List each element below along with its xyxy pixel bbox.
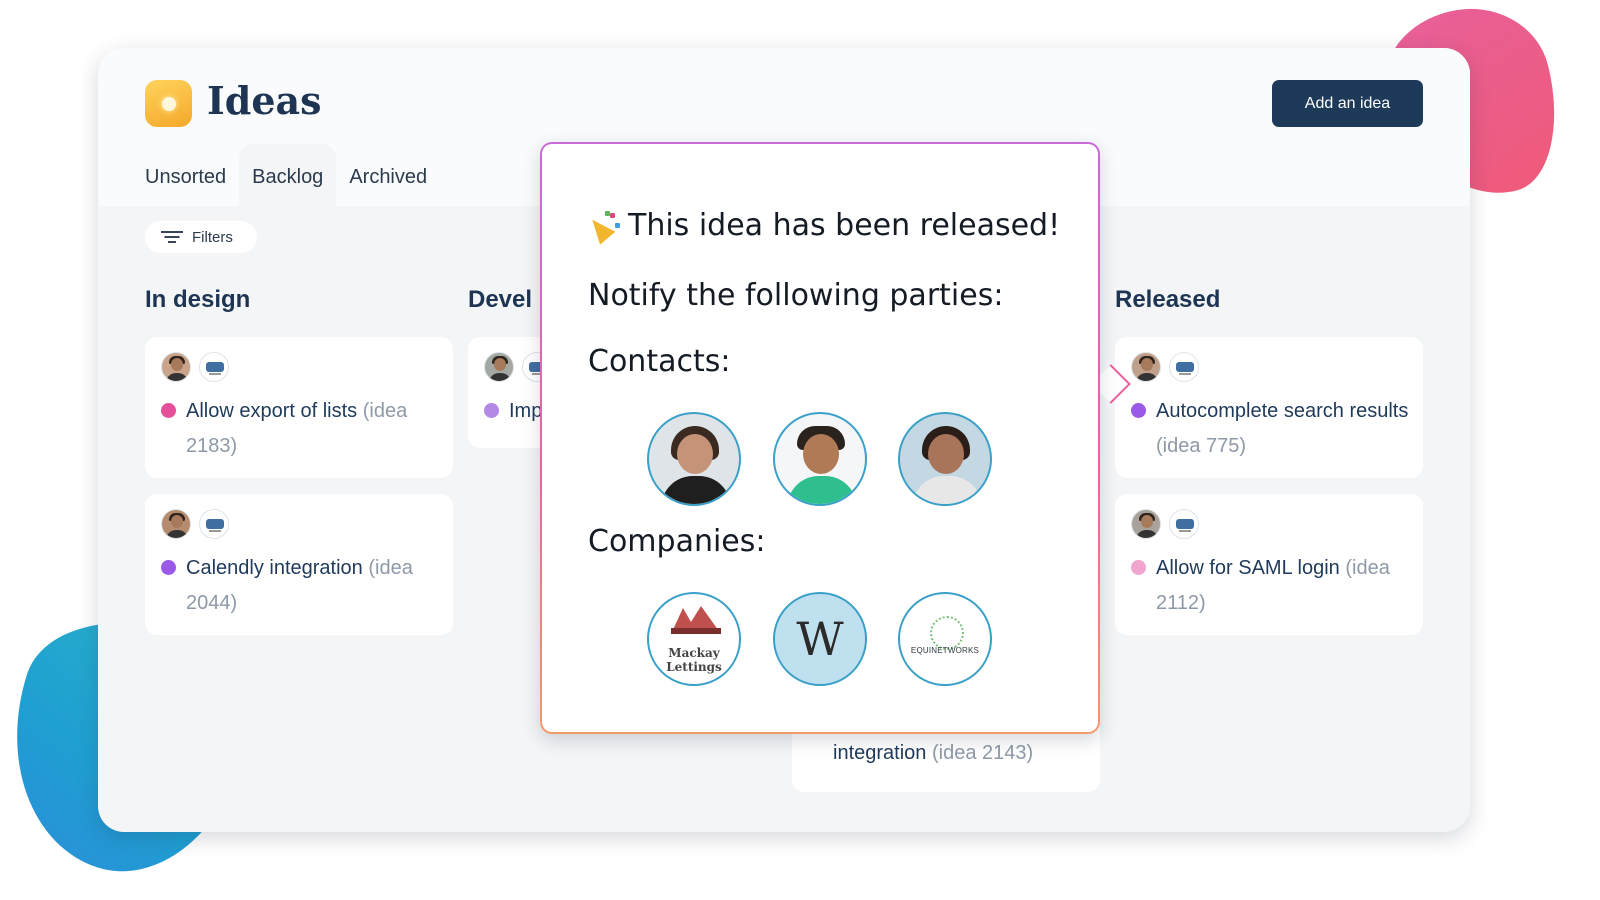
status-dot: [1131, 403, 1146, 418]
idea-text: Allow for SAML login (idea 2112): [1156, 551, 1411, 621]
column-title-development: Devel: [468, 286, 533, 313]
filters-button[interactable]: Filters: [145, 221, 257, 253]
status-dot: [161, 403, 176, 418]
tab-backlog[interactable]: Backlog: [239, 144, 337, 206]
tab-archived[interactable]: Archived: [336, 144, 440, 206]
idea-ref: (idea 775): [1156, 435, 1247, 457]
popover-title: This idea has been released!: [584, 208, 1061, 245]
company-logo-text: EQUINETWORKS: [910, 646, 980, 655]
contact-avatar: [1131, 509, 1161, 539]
company-avatar: [199, 352, 229, 382]
contact-avatar: [1131, 352, 1161, 382]
companies-label: Companies:: [588, 524, 766, 559]
idea-title: integration: [833, 742, 927, 764]
status-dot: [161, 560, 176, 575]
party-popper-icon: [584, 210, 622, 245]
company-avatar: [1169, 509, 1199, 539]
idea-title: Allow export of lists: [186, 400, 358, 422]
notify-heading: Notify the following parties:: [588, 278, 1004, 313]
contact-avatar[interactable]: [773, 412, 867, 506]
tab-unsorted[interactable]: Unsorted: [132, 144, 239, 206]
card-avatars: [1131, 509, 1199, 539]
page-title: Ideas: [207, 78, 322, 123]
filters-label: Filters: [192, 228, 233, 246]
tab-bar: Unsorted Backlog Archived: [132, 144, 440, 206]
mountain-logo-icon: [671, 606, 721, 634]
contact-avatar: [161, 352, 191, 382]
idea-title: Imp: [509, 400, 543, 422]
idea-title: Autocomplete search results: [1156, 400, 1409, 422]
release-notification-popover: This idea has been released! Notify the …: [540, 142, 1100, 734]
idea-title: Allow for SAML login: [1156, 557, 1340, 579]
filter-icon: [161, 230, 183, 244]
idea-card[interactable]: Allow export of lists (idea 2183): [145, 337, 453, 478]
idea-text: Calendly integration (idea 2044): [186, 551, 441, 621]
idea-ref: (idea 2143): [931, 742, 1034, 764]
contact-avatar: [161, 509, 191, 539]
column-title-released: Released: [1115, 286, 1221, 313]
status-dot: [1131, 560, 1146, 575]
idea-card[interactable]: Allow for SAML login (idea 2112): [1115, 494, 1423, 635]
company-logo-w[interactable]: W: [773, 592, 867, 686]
company-avatar: [1169, 352, 1199, 382]
contact-avatar[interactable]: [898, 412, 992, 506]
column-title-in-design: In design: [145, 286, 251, 313]
card-avatars: [1131, 352, 1199, 382]
card-avatars: [161, 509, 229, 539]
lightbulb-icon: [145, 80, 192, 127]
company-logo-text: Mackay Lettings: [666, 646, 722, 674]
contact-avatar: [484, 352, 514, 382]
equinetworks-logo-icon: [930, 616, 964, 650]
card-avatars: [161, 352, 229, 382]
contacts-label: Contacts:: [588, 344, 731, 379]
company-logo-equinetworks[interactable]: EQUINETWORKS: [898, 592, 992, 686]
idea-card[interactable]: Autocomplete search results (idea 775): [1115, 337, 1423, 478]
idea-text: Autocomplete search results (idea 775): [1156, 394, 1411, 464]
idea-text: Allow export of lists (idea 2183): [186, 394, 441, 464]
add-idea-button[interactable]: Add an idea: [1272, 80, 1423, 127]
idea-card[interactable]: Calendly integration (idea 2044): [145, 494, 453, 635]
company-logo-text: W: [796, 612, 844, 666]
popover-title-text: This idea has been released!: [628, 208, 1061, 243]
company-logo-mackay[interactable]: Mackay Lettings: [647, 592, 741, 686]
idea-title: Calendly integration: [186, 557, 363, 579]
status-dot: [484, 403, 499, 418]
idea-text: integration (idea 2143): [833, 742, 1033, 765]
company-avatar: [199, 509, 229, 539]
contact-avatar[interactable]: [647, 412, 741, 506]
